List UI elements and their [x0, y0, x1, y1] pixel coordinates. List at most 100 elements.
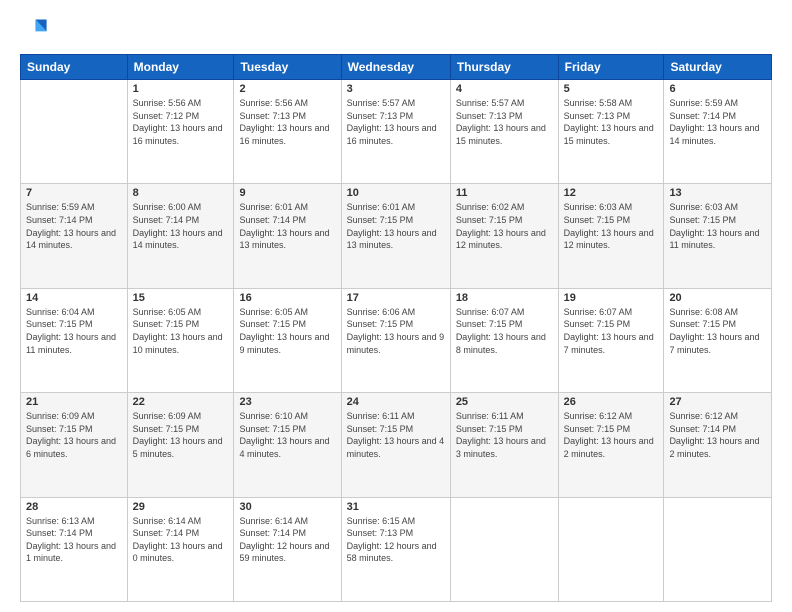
day-info: Sunrise: 5:58 AMSunset: 7:13 PMDaylight:…	[564, 98, 654, 146]
day-number: 18	[456, 292, 553, 304]
day-number: 27	[669, 396, 766, 408]
calendar-cell: 17 Sunrise: 6:06 AMSunset: 7:15 PMDaylig…	[341, 288, 450, 392]
day-number: 20	[669, 292, 766, 304]
calendar-cell: 10 Sunrise: 6:01 AMSunset: 7:15 PMDaylig…	[341, 184, 450, 288]
calendar-cell	[558, 497, 664, 601]
calendar-cell: 8 Sunrise: 6:00 AMSunset: 7:14 PMDayligh…	[127, 184, 234, 288]
day-number: 26	[564, 396, 659, 408]
day-info: Sunrise: 5:56 AMSunset: 7:13 PMDaylight:…	[239, 98, 329, 146]
day-number: 7	[26, 187, 122, 199]
calendar-cell: 14 Sunrise: 6:04 AMSunset: 7:15 PMDaylig…	[21, 288, 128, 392]
weekday-header-thursday: Thursday	[450, 55, 558, 80]
day-number: 30	[239, 501, 335, 513]
calendar-cell: 7 Sunrise: 5:59 AMSunset: 7:14 PMDayligh…	[21, 184, 128, 288]
weekday-header-friday: Friday	[558, 55, 664, 80]
calendar-cell: 22 Sunrise: 6:09 AMSunset: 7:15 PMDaylig…	[127, 393, 234, 497]
calendar-cell: 5 Sunrise: 5:58 AMSunset: 7:13 PMDayligh…	[558, 80, 664, 184]
day-number: 21	[26, 396, 122, 408]
day-number: 12	[564, 187, 659, 199]
day-info: Sunrise: 6:03 AMSunset: 7:15 PMDaylight:…	[669, 202, 759, 250]
day-info: Sunrise: 5:59 AMSunset: 7:14 PMDaylight:…	[669, 98, 759, 146]
calendar-table: SundayMondayTuesdayWednesdayThursdayFrid…	[20, 54, 772, 602]
day-number: 9	[239, 187, 335, 199]
calendar-cell: 30 Sunrise: 6:14 AMSunset: 7:14 PMDaylig…	[234, 497, 341, 601]
logo	[20, 16, 52, 44]
day-number: 31	[347, 501, 445, 513]
day-info: Sunrise: 6:07 AMSunset: 7:15 PMDaylight:…	[456, 307, 546, 355]
day-number: 24	[347, 396, 445, 408]
day-info: Sunrise: 5:59 AMSunset: 7:14 PMDaylight:…	[26, 202, 116, 250]
day-info: Sunrise: 6:11 AMSunset: 7:15 PMDaylight:…	[456, 411, 546, 459]
day-info: Sunrise: 6:02 AMSunset: 7:15 PMDaylight:…	[456, 202, 546, 250]
day-info: Sunrise: 6:12 AMSunset: 7:15 PMDaylight:…	[564, 411, 654, 459]
day-info: Sunrise: 5:57 AMSunset: 7:13 PMDaylight:…	[456, 98, 546, 146]
day-info: Sunrise: 6:07 AMSunset: 7:15 PMDaylight:…	[564, 307, 654, 355]
week-row: 1 Sunrise: 5:56 AMSunset: 7:12 PMDayligh…	[21, 80, 772, 184]
weekday-header-tuesday: Tuesday	[234, 55, 341, 80]
calendar-cell: 29 Sunrise: 6:14 AMSunset: 7:14 PMDaylig…	[127, 497, 234, 601]
calendar-cell: 31 Sunrise: 6:15 AMSunset: 7:13 PMDaylig…	[341, 497, 450, 601]
day-info: Sunrise: 6:13 AMSunset: 7:14 PMDaylight:…	[26, 516, 116, 564]
day-number: 17	[347, 292, 445, 304]
day-info: Sunrise: 6:06 AMSunset: 7:15 PMDaylight:…	[347, 307, 445, 355]
day-number: 4	[456, 83, 553, 95]
calendar-cell: 11 Sunrise: 6:02 AMSunset: 7:15 PMDaylig…	[450, 184, 558, 288]
day-info: Sunrise: 6:14 AMSunset: 7:14 PMDaylight:…	[133, 516, 223, 564]
calendar-cell	[21, 80, 128, 184]
calendar-cell: 23 Sunrise: 6:10 AMSunset: 7:15 PMDaylig…	[234, 393, 341, 497]
day-info: Sunrise: 6:05 AMSunset: 7:15 PMDaylight:…	[239, 307, 329, 355]
week-row: 21 Sunrise: 6:09 AMSunset: 7:15 PMDaylig…	[21, 393, 772, 497]
calendar-cell	[664, 497, 772, 601]
day-number: 22	[133, 396, 229, 408]
calendar-cell: 26 Sunrise: 6:12 AMSunset: 7:15 PMDaylig…	[558, 393, 664, 497]
day-info: Sunrise: 6:01 AMSunset: 7:15 PMDaylight:…	[347, 202, 437, 250]
day-number: 14	[26, 292, 122, 304]
week-row: 28 Sunrise: 6:13 AMSunset: 7:14 PMDaylig…	[21, 497, 772, 601]
day-number: 19	[564, 292, 659, 304]
day-number: 11	[456, 187, 553, 199]
calendar-cell: 28 Sunrise: 6:13 AMSunset: 7:14 PMDaylig…	[21, 497, 128, 601]
calendar-cell	[450, 497, 558, 601]
day-number: 1	[133, 83, 229, 95]
day-number: 8	[133, 187, 229, 199]
day-info: Sunrise: 6:01 AMSunset: 7:14 PMDaylight:…	[239, 202, 329, 250]
day-number: 13	[669, 187, 766, 199]
calendar-cell: 25 Sunrise: 6:11 AMSunset: 7:15 PMDaylig…	[450, 393, 558, 497]
calendar-cell: 27 Sunrise: 6:12 AMSunset: 7:14 PMDaylig…	[664, 393, 772, 497]
week-row: 7 Sunrise: 5:59 AMSunset: 7:14 PMDayligh…	[21, 184, 772, 288]
calendar-cell: 16 Sunrise: 6:05 AMSunset: 7:15 PMDaylig…	[234, 288, 341, 392]
day-info: Sunrise: 6:12 AMSunset: 7:14 PMDaylight:…	[669, 411, 759, 459]
calendar-cell: 24 Sunrise: 6:11 AMSunset: 7:15 PMDaylig…	[341, 393, 450, 497]
calendar-cell: 6 Sunrise: 5:59 AMSunset: 7:14 PMDayligh…	[664, 80, 772, 184]
day-number: 29	[133, 501, 229, 513]
day-number: 6	[669, 83, 766, 95]
calendar-cell: 20 Sunrise: 6:08 AMSunset: 7:15 PMDaylig…	[664, 288, 772, 392]
day-info: Sunrise: 6:09 AMSunset: 7:15 PMDaylight:…	[26, 411, 116, 459]
header	[20, 16, 772, 44]
calendar-cell: 3 Sunrise: 5:57 AMSunset: 7:13 PMDayligh…	[341, 80, 450, 184]
day-info: Sunrise: 6:11 AMSunset: 7:15 PMDaylight:…	[347, 411, 445, 459]
day-info: Sunrise: 6:14 AMSunset: 7:14 PMDaylight:…	[239, 516, 329, 564]
calendar-cell: 9 Sunrise: 6:01 AMSunset: 7:14 PMDayligh…	[234, 184, 341, 288]
day-number: 16	[239, 292, 335, 304]
day-number: 3	[347, 83, 445, 95]
calendar-cell: 15 Sunrise: 6:05 AMSunset: 7:15 PMDaylig…	[127, 288, 234, 392]
logo-icon	[20, 16, 48, 44]
day-number: 10	[347, 187, 445, 199]
day-number: 5	[564, 83, 659, 95]
day-info: Sunrise: 5:57 AMSunset: 7:13 PMDaylight:…	[347, 98, 437, 146]
calendar-cell: 13 Sunrise: 6:03 AMSunset: 7:15 PMDaylig…	[664, 184, 772, 288]
calendar-cell: 1 Sunrise: 5:56 AMSunset: 7:12 PMDayligh…	[127, 80, 234, 184]
calendar-cell: 18 Sunrise: 6:07 AMSunset: 7:15 PMDaylig…	[450, 288, 558, 392]
day-number: 28	[26, 501, 122, 513]
day-info: Sunrise: 6:04 AMSunset: 7:15 PMDaylight:…	[26, 307, 116, 355]
page: SundayMondayTuesdayWednesdayThursdayFrid…	[0, 0, 792, 612]
day-number: 23	[239, 396, 335, 408]
weekday-header-wednesday: Wednesday	[341, 55, 450, 80]
day-info: Sunrise: 6:10 AMSunset: 7:15 PMDaylight:…	[239, 411, 329, 459]
weekday-header-sunday: Sunday	[21, 55, 128, 80]
day-number: 25	[456, 396, 553, 408]
day-info: Sunrise: 6:03 AMSunset: 7:15 PMDaylight:…	[564, 202, 654, 250]
calendar-cell: 4 Sunrise: 5:57 AMSunset: 7:13 PMDayligh…	[450, 80, 558, 184]
day-info: Sunrise: 6:08 AMSunset: 7:15 PMDaylight:…	[669, 307, 759, 355]
